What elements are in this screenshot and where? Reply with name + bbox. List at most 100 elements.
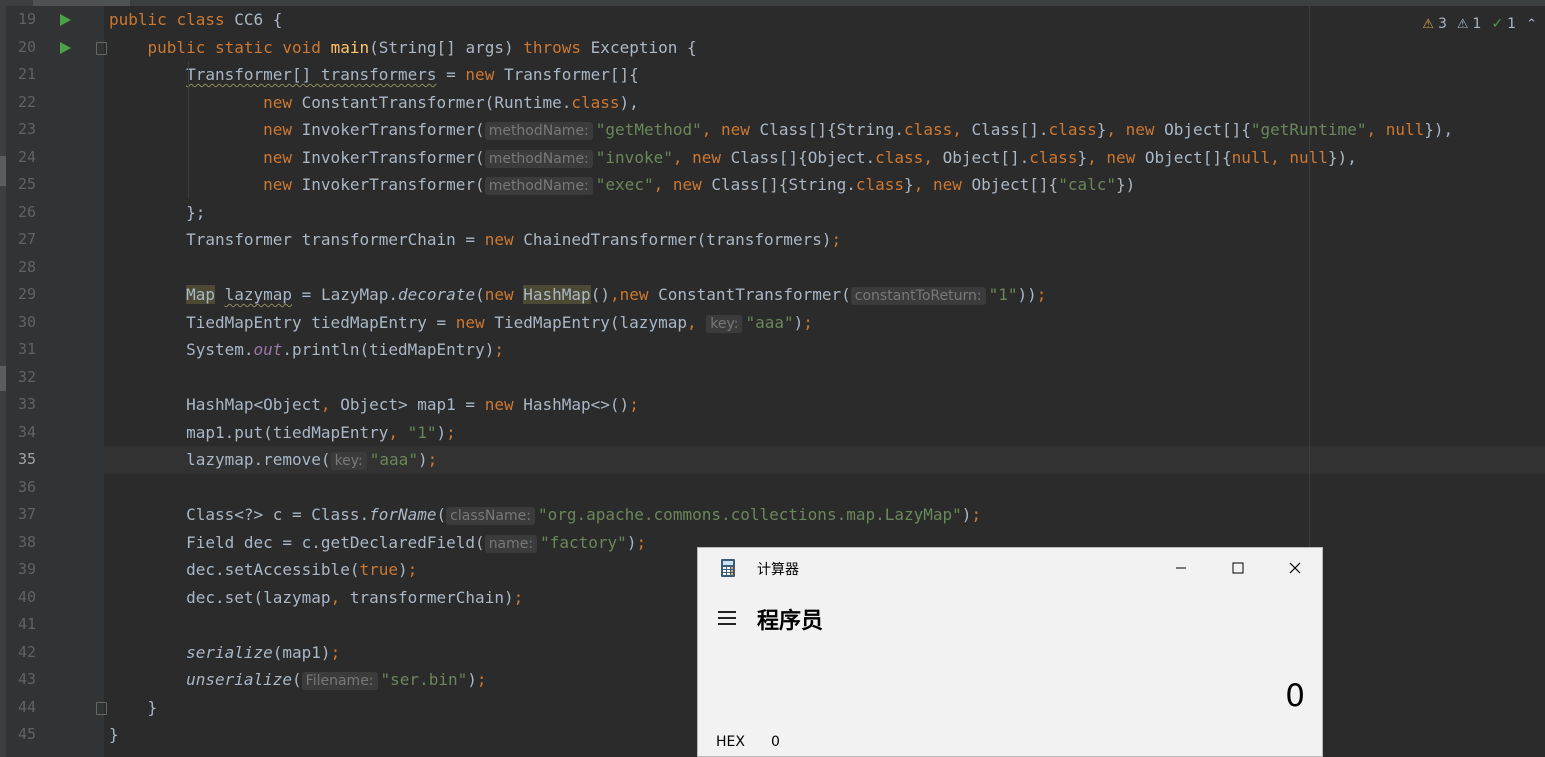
line-number[interactable]: 32 [12,364,36,392]
code-line[interactable]: Map lazymap = LazyMap.decorate(new HashM… [104,281,1545,309]
code-line[interactable]: Transformer[] transformers = new Transfo… [104,61,1545,89]
code-token: , [388,422,408,442]
line-number[interactable]: 43 [12,666,36,694]
code-token: , [1087,147,1107,167]
line-number[interactable]: 36 [12,474,36,502]
code-token: "calc" [1058,175,1116,194]
code-line[interactable]: HashMap<Object, Object> map1 = new HashM… [104,391,1545,419]
line-number[interactable]: 25 [12,171,36,199]
code-token: Class[]{Object. [730,147,876,167]
code-line[interactable]: new InvokerTransformer(methodName: "exec"… [104,171,1545,199]
code-token: new [1106,147,1145,167]
code-token: dec.setAccessible( [109,560,360,579]
run-gutter-icon[interactable] [60,14,71,26]
code-token: decorate [398,285,476,304]
line-number[interactable]: 42 [12,639,36,667]
line-number[interactable]: 40 [12,584,36,612]
code-line[interactable] [104,364,1545,392]
code-token: new [619,285,659,304]
line-number[interactable]: 19 [12,6,36,34]
code-line-text: new InvokerTransformer(methodName: "invok… [109,144,1357,174]
code-token: void [282,37,331,57]
line-number[interactable]: 24 [12,144,36,172]
inspection-widget[interactable]: ⚠ 3 ⚠ 1 ✓ 1 ⌃ [1422,16,1537,32]
hamburger-menu-icon[interactable] [718,611,736,625]
line-number[interactable]: 38 [12,529,36,557]
code-token: InvokerTransformer( [301,175,485,194]
close-button[interactable] [1266,548,1322,588]
hex-label[interactable]: HEX [716,734,745,750]
line-number[interactable]: 29 [12,281,36,309]
warning-icon: ⚠ [1422,16,1434,32]
code-line[interactable]: lazymap.remove(key: "aaa"); [104,446,1545,474]
code-token: , [609,285,620,304]
code-token: transformerChain) [349,587,514,607]
line-number[interactable]: 45 [12,721,36,749]
code-line-text: Map lazymap = LazyMap.decorate(new HashM… [109,281,1046,311]
line-number[interactable]: 41 [12,611,36,639]
code-line[interactable]: new ConstantTransformer(Runtime.class), [104,89,1545,117]
line-number[interactable]: 37 [12,501,36,529]
line-number[interactable]: 33 [12,391,36,419]
line-number[interactable]: 28 [12,254,36,282]
code-line[interactable] [104,254,1545,282]
line-number[interactable]: 27 [12,226,36,254]
close-icon [1289,562,1300,574]
parameter-hint: className: [446,507,535,525]
code-token: new [263,175,302,194]
code-token: new [672,175,712,194]
line-number[interactable]: 20 [12,34,36,62]
code-line[interactable]: System.out.println(tiedMapEntry); [104,336,1545,364]
code-line[interactable]: TiedMapEntry tiedMapEntry = new TiedMapE… [104,309,1545,337]
line-number[interactable]: 21 [12,61,36,89]
code-line-text: unserialize(Filename: "ser.bin"); [109,666,487,696]
run-gutter-icon[interactable] [60,41,71,54]
code-token: , [1106,120,1126,139]
code-token: , [330,587,350,607]
code-token: public [147,37,215,57]
parameter-hint: methodName: [484,122,593,140]
code-token: () [590,285,610,304]
calculator-window[interactable]: 计算器 程序员 0 HEX 0 [697,547,1323,757]
line-number[interactable]: 26 [12,199,36,227]
hex-value: 0 [771,734,780,750]
line-number[interactable]: 44 [12,694,36,722]
line-number[interactable]: 35 [12,446,36,474]
chevron-up-icon[interactable]: ⌃ [1526,17,1537,32]
line-number[interactable]: 23 [12,116,36,144]
warnings-indicator[interactable]: ⚠ 3 [1422,16,1447,32]
line-number[interactable]: 34 [12,419,36,447]
code-line-text: TiedMapEntry tiedMapEntry = new TiedMapE… [109,309,813,339]
code-token: ; [831,230,842,249]
code-line[interactable]: new InvokerTransformer(methodName: "getMe… [104,116,1545,144]
code-line[interactable]: }; [104,199,1545,227]
code-line[interactable]: Class<?> c = Class.forName(className: "or… [104,501,1545,529]
code-line[interactable]: new InvokerTransformer(methodName: "invok… [104,144,1545,172]
code-token: new [721,120,760,139]
code-token: ) [397,560,408,579]
weak-warnings-indicator[interactable]: ⚠ 1 [1457,16,1482,32]
line-number[interactable]: 39 [12,556,36,584]
code-line[interactable]: public static void main(String[] args) t… [104,34,1545,62]
code-token: new [932,175,972,194]
code-token: "ser.bin" [380,670,468,689]
code-token: } [1096,120,1107,139]
code-line[interactable]: map1.put(tiedMapEntry, "1"); [104,419,1545,447]
warnings-count: 3 [1437,16,1447,32]
code-line[interactable] [104,474,1545,502]
code-line[interactable]: Transformer transformerChain = new Chain… [104,226,1545,254]
line-number[interactable]: 31 [12,336,36,364]
code-line[interactable]: public class CC6 { [104,6,1545,34]
maximize-button[interactable] [1209,548,1266,588]
code-line-text: }; [109,199,205,227]
code-token: ) [793,312,804,332]
code-token: new [1125,120,1165,139]
calculator-titlebar[interactable]: 计算器 [698,548,1322,588]
line-number[interactable]: 22 [12,89,36,117]
minimize-button[interactable] [1152,548,1209,588]
code-token: "org.apache.commons.collections.map.Lazy… [537,505,962,524]
typos-indicator[interactable]: ✓ 1 [1491,16,1516,32]
line-number[interactable]: 30 [12,309,36,337]
